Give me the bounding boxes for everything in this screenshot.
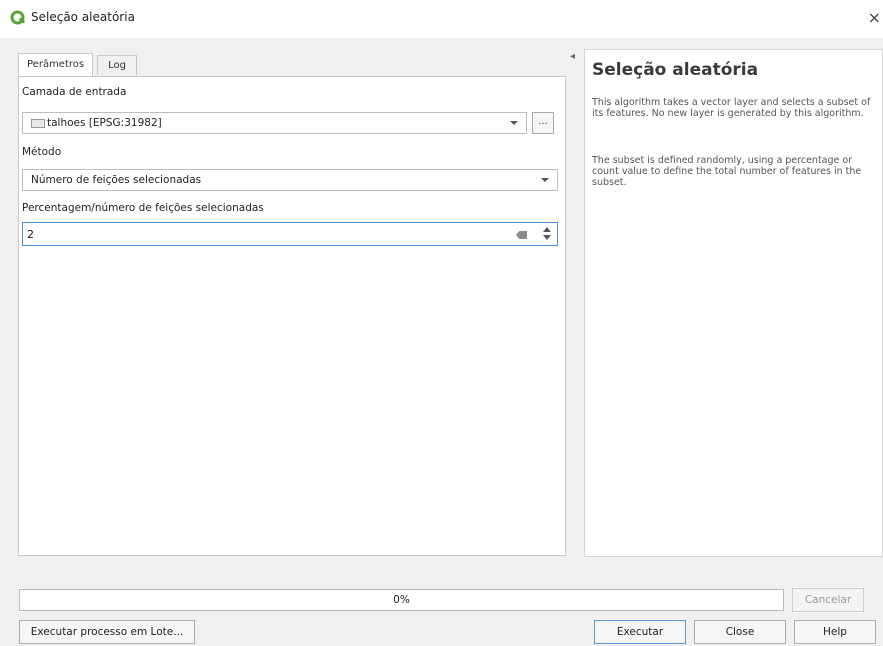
help-title: Seleção aleatória — [592, 60, 759, 80]
method-label: Método — [22, 146, 62, 158]
splitter-handle[interactable]: ◂ — [570, 52, 575, 62]
chevron-down-icon — [510, 121, 518, 125]
spin-up-icon[interactable] — [543, 227, 551, 232]
input-layer-label: Camada de entrada — [22, 86, 127, 98]
chevron-down-icon — [541, 178, 549, 182]
title-bar: Seleção aleatória × — [0, 0, 883, 38]
polygon-layer-icon — [31, 118, 45, 128]
count-label: Percentagem/número de feições selecionad… — [22, 202, 264, 214]
close-button[interactable]: Close — [694, 620, 786, 644]
progress-bar: 0% — [19, 589, 784, 611]
cancel-button[interactable]: Cancelar — [792, 588, 864, 612]
tab-parametros[interactable]: Perâmetros — [18, 53, 93, 76]
window-title: Seleção aleatória — [31, 10, 135, 24]
method-value: Número de feições selecionadas — [31, 174, 202, 186]
help-paragraph-1: This algorithm takes a vector layer and … — [592, 97, 871, 119]
input-layer-value: talhoes [EPSG:31982] — [47, 117, 162, 129]
clear-icon[interactable] — [516, 231, 527, 239]
help-paragraph-2: The subset is defined randomly, using a … — [592, 155, 862, 188]
count-spinbox[interactable]: 2 — [22, 222, 558, 246]
help-button[interactable]: Help — [794, 620, 876, 644]
progress-text: 0% — [393, 594, 410, 606]
spinner-arrows[interactable] — [541, 226, 553, 242]
count-value: 2 — [27, 228, 34, 241]
spin-down-icon[interactable] — [543, 235, 551, 240]
help-panel — [584, 49, 883, 557]
batch-process-button[interactable]: Executar processo em Lote... — [19, 620, 195, 644]
parameters-panel — [18, 76, 566, 556]
method-combo[interactable]: Número de feições selecionadas — [22, 169, 558, 191]
qgis-logo-icon — [10, 10, 26, 25]
input-layer-combo[interactable]: talhoes [EPSG:31982] — [22, 112, 527, 134]
tab-log[interactable]: Log — [97, 55, 137, 75]
close-icon[interactable]: × — [868, 8, 881, 27]
browse-button[interactable]: ... — [532, 112, 554, 134]
run-button[interactable]: Executar — [594, 620, 686, 644]
